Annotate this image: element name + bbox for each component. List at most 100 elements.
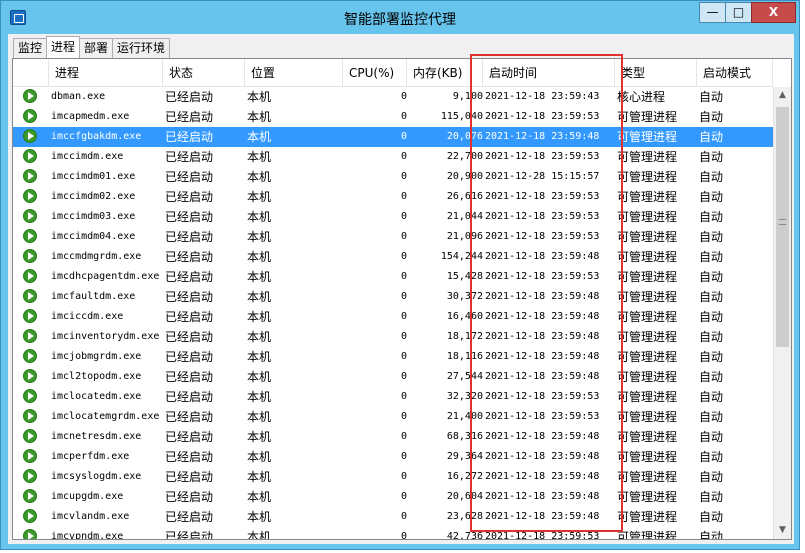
process-name: imclocatemgrdm.exe [51, 411, 160, 422]
play-icon-cell [23, 307, 39, 327]
tab-deploy[interactable]: 部署 [79, 38, 114, 58]
table-row[interactable]: imclocatedm.exe 已经启动 本机 0 32,320 2021-12-18 2… [13, 387, 773, 407]
header-status[interactable]: 状态 [163, 59, 245, 87]
process-start-mode: 自动 [699, 390, 724, 404]
header-start-mode[interactable]: 启动模式 [697, 59, 773, 87]
minimize-button[interactable]: — [699, 2, 725, 23]
process-type: 可管理进程 [617, 130, 678, 144]
scrollbar-thumb[interactable] [776, 107, 789, 347]
process-type: 可管理进程 [617, 290, 678, 304]
table-row[interactable]: dbman.exe 已经启动 本机 0 9,100 2021-12-18 23:59:43… [13, 87, 773, 107]
process-cpu: 0 [400, 271, 407, 282]
process-type: 可管理进程 [617, 370, 678, 384]
process-start-time: 2021-12-18 23:59:53 [485, 531, 600, 540]
table-row[interactable]: imccimdm01.exe 已经启动 本机 0 20,900 2021-12-28 15… [13, 167, 773, 187]
process-status: 已经启动 [165, 470, 214, 484]
process-status: 已经启动 [165, 450, 214, 464]
play-icon [23, 229, 37, 243]
header-memory[interactable]: 内存(KB) [407, 59, 483, 87]
maximize-button[interactable]: □ [725, 2, 751, 23]
tab-monitor[interactable]: 监控 [13, 38, 48, 58]
table-row[interactable]: imcinventorydm.exe 已经启动 本机 0 18,172 2021-12-1… [13, 327, 773, 347]
table-row[interactable]: imcvpndm.exe 已经启动 本机 0 42,736 2021-12-18 23:5… [13, 527, 773, 540]
process-cpu: 0 [400, 371, 407, 382]
table-row[interactable]: imccfgbakdm.exe 已经启动 本机 0 20,076 2021-12-18 2… [13, 127, 773, 147]
tab-process[interactable]: 进程 [46, 36, 81, 58]
process-name: imciccdm.exe [51, 311, 124, 322]
process-start-mode: 自动 [699, 370, 724, 384]
process-cpu: 0 [400, 491, 407, 502]
process-start-mode: 自动 [699, 310, 724, 324]
table-row[interactable]: imcupgdm.exe 已经启动 本机 0 20,604 2021-12-18 23:5… [13, 487, 773, 507]
process-status: 已经启动 [165, 270, 214, 284]
process-location: 本机 [247, 110, 272, 124]
table-row[interactable]: imcnetresdm.exe 已经启动 本机 0 68,316 2021-12-18 2… [13, 427, 773, 447]
process-start-mode: 自动 [699, 90, 724, 104]
process-type: 可管理进程 [617, 470, 678, 484]
process-location: 本机 [247, 510, 272, 524]
table-row[interactable]: imccimdm03.exe 已经启动 本机 0 21,044 2021-12-18 23… [13, 207, 773, 227]
header-type[interactable]: 类型 [615, 59, 697, 87]
process-type: 可管理进程 [617, 310, 678, 324]
process-start-mode: 自动 [699, 170, 724, 184]
process-name: imccimdm.exe [51, 151, 124, 162]
process-location: 本机 [247, 310, 272, 324]
close-button[interactable]: X [751, 2, 796, 23]
process-memory: 29,364 [446, 451, 483, 462]
table-row[interactable]: imccimdm02.exe 已经启动 本机 0 26,616 2021-12-18 23… [13, 187, 773, 207]
process-status: 已经启动 [165, 390, 214, 404]
play-icon-cell [23, 247, 39, 267]
process-cpu: 0 [400, 351, 407, 362]
header-location[interactable]: 位置 [245, 59, 343, 87]
process-name: imclocatedm.exe [51, 391, 142, 402]
table-row[interactable]: imcjobmgrdm.exe 已经启动 本机 0 18,116 2021-12-18 2… [13, 347, 773, 367]
play-icon-cell [23, 427, 39, 447]
table-row[interactable]: imccimdm.exe 已经启动 本机 0 22,700 2021-12-18 23:5… [13, 147, 773, 167]
process-name: imccimdm01.exe [51, 171, 136, 182]
process-location: 本机 [247, 290, 272, 304]
process-start-mode: 自动 [699, 210, 724, 224]
process-name: imccimdm03.exe [51, 211, 136, 222]
table-row[interactable]: imcl2topodm.exe 已经启动 本机 0 27,544 2021-12-18 2… [13, 367, 773, 387]
tab-environment[interactable]: 运行环境 [112, 38, 171, 58]
process-memory: 30,372 [446, 291, 483, 302]
play-icon [23, 349, 37, 363]
table-row[interactable]: imclocatemgrdm.exe 已经启动 本机 0 21,400 2021-12-1… [13, 407, 773, 427]
process-start-time: 2021-12-18 23:59:53 [485, 411, 600, 422]
play-icon [23, 509, 37, 523]
process-start-time: 2021-12-18 23:59:53 [485, 271, 600, 282]
process-cpu: 0 [400, 411, 407, 422]
process-type: 可管理进程 [617, 190, 678, 204]
process-status: 已经启动 [165, 110, 214, 124]
chevron-up-icon[interactable]: ▲ [774, 87, 791, 104]
header-cpu[interactable]: CPU(%) [343, 59, 407, 87]
table-row[interactable]: imciccdm.exe 已经启动 本机 0 16,460 2021-12-18 23:5… [13, 307, 773, 327]
header-process[interactable]: 进程 [49, 59, 163, 87]
process-memory: 15,428 [446, 271, 483, 282]
title-bar[interactable]: 智能部署监控代理 — □ X [1, 1, 799, 33]
table-row[interactable]: imcapmedm.exe 已经启动 本机 0 115,040 2021-12-18 23… [13, 107, 773, 127]
play-icon [23, 109, 37, 123]
chevron-down-icon[interactable]: ▼ [774, 522, 791, 539]
process-status: 已经启动 [165, 90, 214, 104]
table-row[interactable]: imccmdmgrdm.exe 已经启动 本机 0 154,244 2021-12-18 … [13, 247, 773, 267]
process-type: 可管理进程 [617, 510, 678, 524]
table-row[interactable]: imcsyslogdm.exe 已经启动 本机 0 16,272 2021-12-18 2… [13, 467, 773, 487]
play-icon [23, 429, 37, 443]
process-name: imcnetresdm.exe [51, 431, 142, 442]
process-cpu: 0 [400, 111, 407, 122]
process-name: imcl2topodm.exe [51, 371, 142, 382]
process-list[interactable]: 进程 状态 位置 CPU(%) 内存(KB) 启动时间 类型 启动模式 dbma… [12, 58, 792, 540]
vertical-scrollbar[interactable]: ▲ ▼ [773, 87, 791, 539]
process-location: 本机 [247, 330, 272, 344]
table-row[interactable]: imcperfdm.exe 已经启动 本机 0 29,364 2021-12-18 23:… [13, 447, 773, 467]
table-row[interactable]: imcfaultdm.exe 已经启动 本机 0 30,372 2021-12-18 23… [13, 287, 773, 307]
process-status: 已经启动 [165, 410, 214, 424]
process-start-time: 2021-12-18 23:59:53 [485, 191, 600, 202]
table-row[interactable]: imccimdm04.exe 已经启动 本机 0 21,096 2021-12-18 23… [13, 227, 773, 247]
header-start-time[interactable]: 启动时间 [483, 59, 615, 87]
table-row[interactable]: imcvlandm.exe 已经启动 本机 0 23,628 2021-12-18 23:… [13, 507, 773, 527]
table-row[interactable]: imcdhcpagentdm.exe 已经启动 本机 0 15,428 2021-12-1… [13, 267, 773, 287]
process-start-time: 2021-12-18 23:59:48 [485, 471, 600, 482]
process-status: 已经启动 [165, 230, 214, 244]
